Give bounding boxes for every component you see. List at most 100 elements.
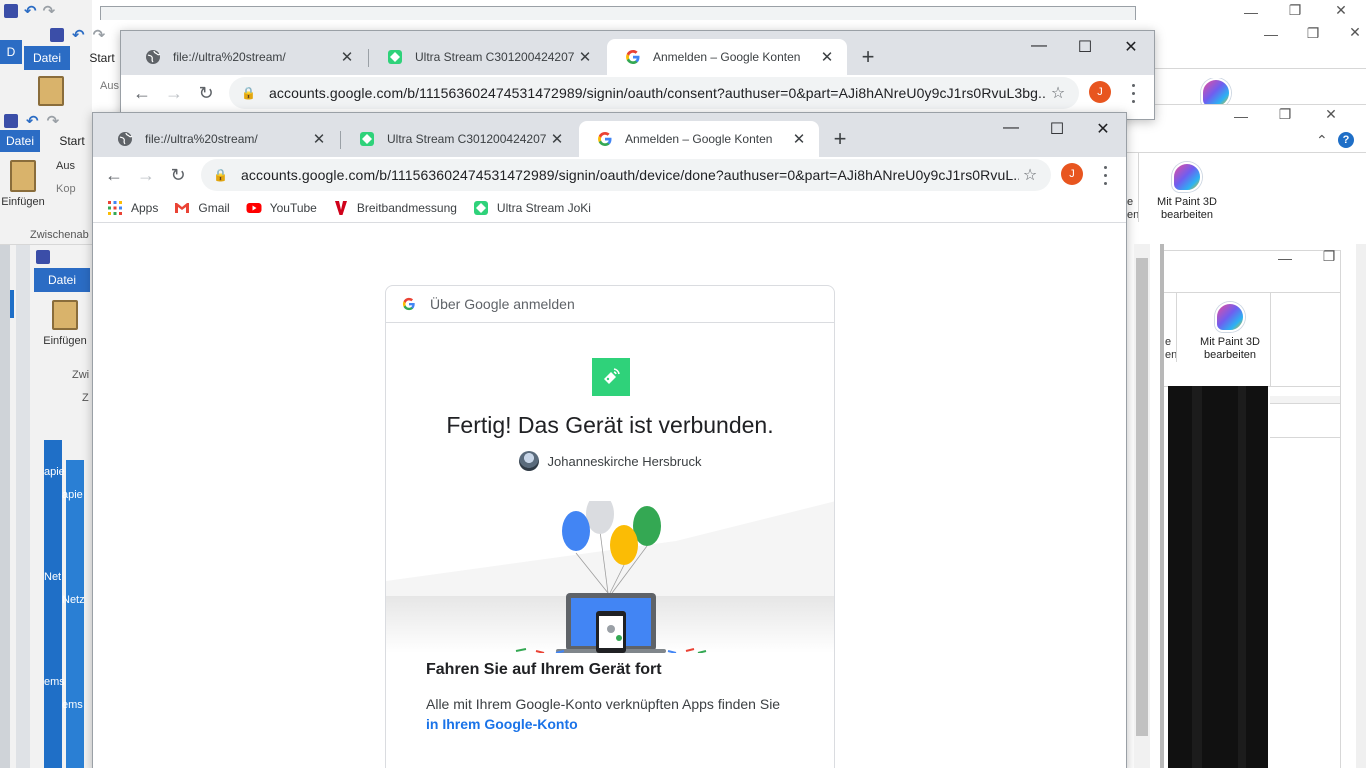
- tab-title: Ultra Stream C301200424207: [387, 132, 547, 146]
- dark-canvas-area: [1168, 386, 1268, 768]
- clipboard-icon[interactable]: [10, 160, 36, 192]
- minimize-icon[interactable]: —: [999, 119, 1023, 137]
- browser-toolbar: ← → ↻ 🔒 accounts.google.com/b/1115636024…: [93, 157, 1126, 193]
- undo-icon[interactable]: ↶: [72, 26, 85, 44]
- bookmark-label: Apps: [131, 200, 159, 215]
- bg-minimize-icon[interactable]: —: [1236, 4, 1266, 20]
- ribbon-collapse-icon[interactable]: ⌃: [1316, 132, 1328, 149]
- close-window-icon[interactable]: ✕: [1119, 37, 1143, 57]
- tab-close-icon[interactable]: ✕: [549, 130, 565, 148]
- bg3-minimize-icon[interactable]: —: [1226, 108, 1256, 124]
- tab-google-accounts[interactable]: Anmelden – Google Konten ✕: [579, 121, 819, 157]
- divider: [1270, 292, 1271, 387]
- bg3-close-icon[interactable]: ✕: [1316, 106, 1346, 123]
- bg3-restore-icon[interactable]: ❐: [1270, 106, 1300, 123]
- back-icon[interactable]: ←: [130, 81, 154, 105]
- bookmarks-bar: Apps Gmail YouTube Breitbandmessung Ultr…: [93, 193, 1126, 223]
- start-tab[interactable]: Start: [52, 130, 92, 152]
- redo-icon[interactable]: ↷: [47, 112, 60, 130]
- tab-file-ultra-stream[interactable]: file://ultra%20stream/ ✕: [127, 39, 367, 75]
- paste-label[interactable]: Einfügen: [36, 335, 94, 347]
- desktop-label: Netz: [62, 594, 85, 606]
- forward-icon[interactable]: →: [162, 81, 186, 105]
- start-tab[interactable]: Start: [82, 46, 122, 70]
- maximize-icon[interactable]: ☐: [1045, 119, 1069, 139]
- tab-close-icon[interactable]: ✕: [577, 48, 593, 66]
- clipboard-icon[interactable]: [52, 300, 78, 330]
- google-account-link[interactable]: in Ihrem Google-Konto: [426, 714, 806, 734]
- tab-close-icon[interactable]: ✕: [339, 48, 355, 66]
- bookmark-star-icon[interactable]: ☆: [1047, 83, 1069, 103]
- tab-close-icon[interactable]: ✕: [819, 48, 835, 66]
- redo-icon[interactable]: ↷: [43, 2, 56, 20]
- bg2-minimize-icon[interactable]: —: [1256, 26, 1286, 42]
- bookmark-star-icon[interactable]: ☆: [1019, 165, 1041, 185]
- desktop-label: apie: [62, 489, 83, 501]
- paint3d-icon: [1201, 78, 1231, 104]
- lock-icon[interactable]: 🔒: [213, 168, 229, 182]
- tab-google-accounts[interactable]: Anmelden – Google Konten ✕: [607, 39, 847, 75]
- save-icon[interactable]: [4, 4, 18, 18]
- bg2-close-icon[interactable]: ✕: [1340, 24, 1366, 41]
- tab-ultra-stream[interactable]: Ultra Stream C301200424207 ✕: [369, 39, 605, 75]
- tab-close-icon[interactable]: ✕: [311, 130, 327, 148]
- bookmark-gmail[interactable]: Gmail: [174, 200, 230, 216]
- reload-icon[interactable]: ↻: [194, 81, 218, 105]
- reload-icon[interactable]: ↻: [166, 163, 190, 187]
- tab-ultra-stream[interactable]: Ultra Stream C301200424207 ✕: [341, 121, 577, 157]
- help-icon[interactable]: ?: [1338, 132, 1354, 148]
- menu-kebab-icon[interactable]: [1123, 81, 1143, 105]
- new-tab-button[interactable]: +: [828, 127, 852, 151]
- url-text[interactable]: accounts.google.com/b/111563602474531472…: [241, 167, 1019, 183]
- tab-close-icon[interactable]: ✕: [791, 130, 807, 148]
- edit-with-paint3d-button[interactable]: Mit Paint 3D bearbeiten: [1190, 302, 1270, 362]
- url-text[interactable]: accounts.google.com/b/111563602474531472…: [269, 85, 1047, 101]
- bookmark-breitbandmessung[interactable]: Breitbandmessung: [333, 200, 457, 216]
- google-icon: [598, 132, 612, 146]
- bg2-restore-icon[interactable]: ❐: [1298, 25, 1328, 42]
- bg-close-icon[interactable]: ✕: [1326, 2, 1356, 19]
- undo-icon[interactable]: ↶: [26, 112, 39, 130]
- file-tab[interactable]: Datei: [24, 46, 70, 70]
- save-icon[interactable]: [50, 28, 64, 42]
- edit-with-paint3d-button-partial[interactable]: [1176, 78, 1256, 104]
- clipboard-icon[interactable]: [38, 76, 64, 106]
- new-tab-button[interactable]: +: [856, 45, 880, 69]
- divider: [1340, 250, 1341, 768]
- ultra-stream-icon: [473, 200, 488, 215]
- close-window-icon[interactable]: ✕: [1091, 119, 1115, 139]
- minimize-icon[interactable]: —: [1027, 37, 1051, 55]
- file-tab[interactable]: Datei: [0, 130, 40, 152]
- menu-kebab-icon[interactable]: [1095, 163, 1115, 187]
- cut-label[interactable]: Aus: [100, 80, 119, 92]
- bookmark-youtube[interactable]: YouTube: [246, 200, 317, 216]
- cut-label[interactable]: Aus: [56, 160, 75, 172]
- redo-icon[interactable]: ↷: [93, 26, 106, 44]
- tab-file-ultra-stream[interactable]: file://ultra%20stream/ ✕: [99, 121, 339, 157]
- bookmark-ultra-stream-joki[interactable]: Ultra Stream JoKi: [473, 200, 591, 216]
- bookmark-apps[interactable]: Apps: [107, 200, 158, 216]
- back-icon[interactable]: ←: [102, 163, 126, 187]
- forward-icon[interactable]: →: [134, 163, 158, 187]
- save-icon[interactable]: [36, 250, 50, 264]
- undo-icon[interactable]: ↶: [24, 2, 37, 20]
- tab-title: file://ultra%20stream/: [145, 132, 258, 146]
- bg-restore-icon[interactable]: ❐: [1280, 2, 1310, 19]
- paint3d-icon: [1215, 302, 1245, 332]
- address-bar[interactable]: 🔒 accounts.google.com/b/1115636024745314…: [229, 77, 1079, 109]
- paint3d-label: Mit Paint 3D bearbeiten: [1157, 196, 1217, 221]
- address-bar[interactable]: 🔒 accounts.google.com/b/1115636024745314…: [201, 159, 1051, 191]
- edit-with-paint3d-button[interactable]: Mit Paint 3D bearbeiten: [1147, 162, 1227, 222]
- lock-icon[interactable]: 🔒: [241, 86, 257, 100]
- profile-avatar[interactable]: J: [1061, 163, 1083, 185]
- paste-label[interactable]: Einfügen: [0, 196, 46, 208]
- bg4-minimize-icon[interactable]: —: [1270, 250, 1300, 266]
- file-tab[interactable]: Datei: [34, 268, 90, 292]
- save-icon[interactable]: [4, 114, 18, 128]
- copy-label[interactable]: Kop: [56, 183, 76, 195]
- page-scrollbar-thumb[interactable]: [1136, 258, 1148, 736]
- tab-strip: file://ultra%20stream/ ✕ Ultra Stream C3…: [121, 31, 1154, 75]
- maximize-icon[interactable]: ☐: [1073, 37, 1097, 57]
- file-tab-partial[interactable]: D: [0, 40, 22, 64]
- profile-avatar[interactable]: J: [1089, 81, 1111, 103]
